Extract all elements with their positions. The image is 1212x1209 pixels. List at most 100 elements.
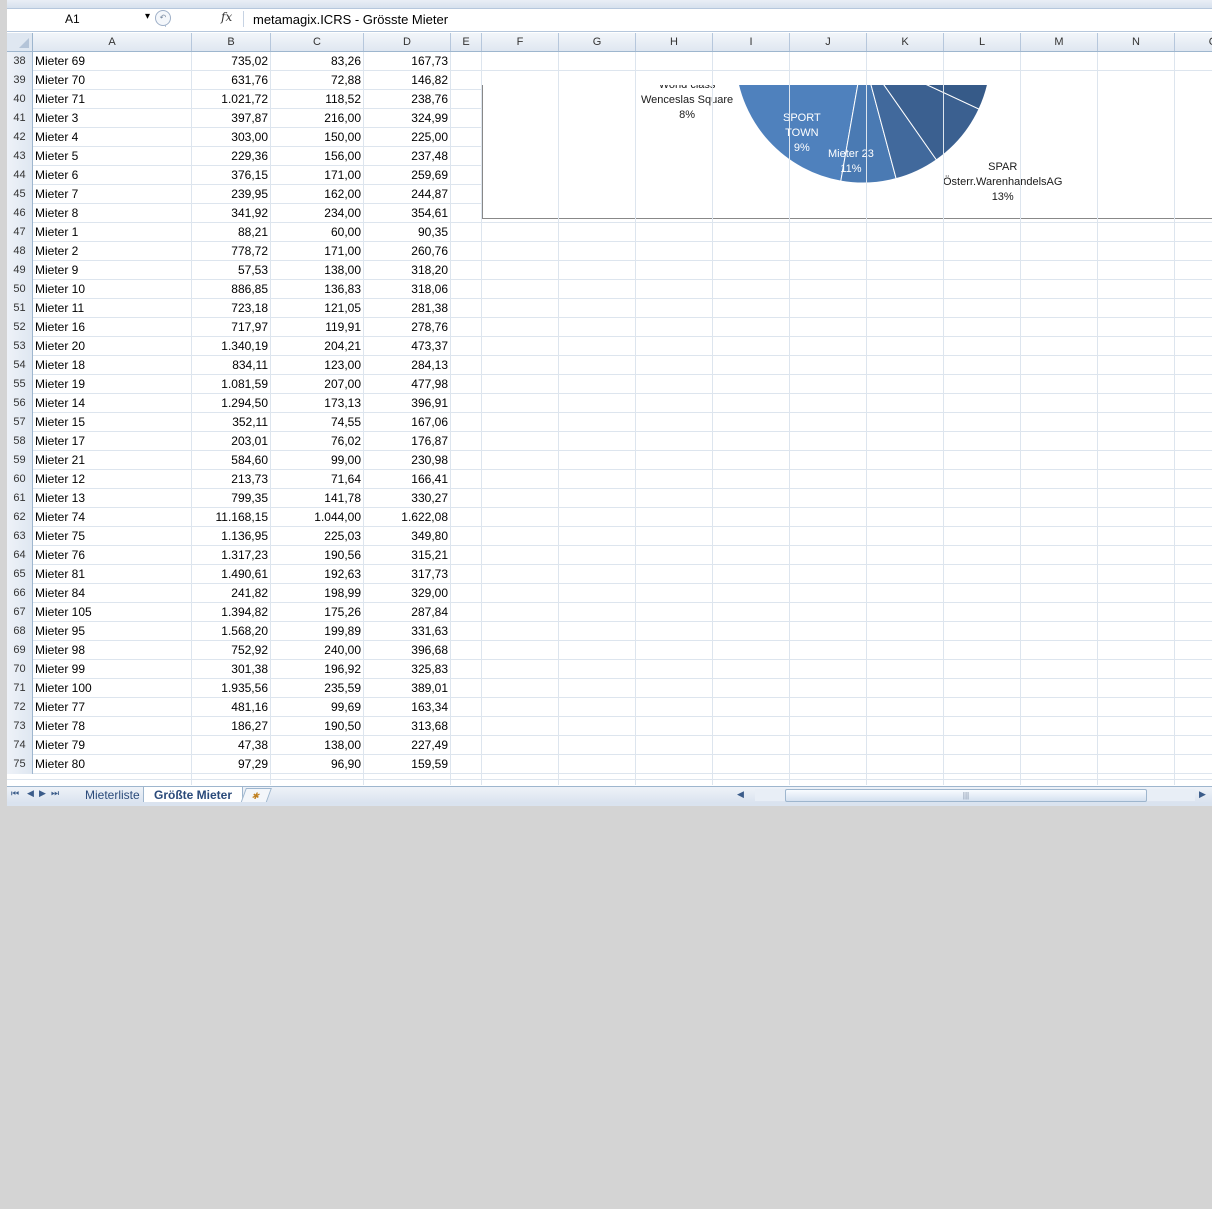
scroll-left-icon[interactable]: ◀ [737,789,744,800]
cell-a[interactable]: Mieter 71 [34,90,192,109]
cell-d[interactable]: 166,41 [364,470,451,489]
cell-c[interactable]: 99,69 [271,698,364,717]
cell-a[interactable]: Mieter 16 [34,318,192,337]
cell-d[interactable]: 396,68 [364,641,451,660]
row-header[interactable]: 59 [7,451,33,470]
scroll-track[interactable]: ||| [755,789,1195,802]
row-header[interactable]: 58 [7,432,33,451]
column-header-l[interactable]: L [944,33,1021,51]
cell-c[interactable]: 173,13 [271,394,364,413]
cell-c[interactable]: 96,90 [271,755,364,774]
column-header-f[interactable]: F [482,33,559,51]
cell-d[interactable]: 318,20 [364,261,451,280]
tab-groesste-mieter[interactable]: Größte Mieter [143,787,244,803]
horizontal-scrollbar[interactable]: ◀ ||| ▶ [733,789,1212,802]
cell-a[interactable]: Mieter 9 [34,261,192,280]
column-header-m[interactable]: M [1021,33,1098,51]
cell-a[interactable]: Mieter 98 [34,641,192,660]
cell-a[interactable]: Mieter 84 [34,584,192,603]
row-header[interactable]: 71 [7,679,33,698]
next-sheet-icon[interactable]: ▶ [39,788,46,799]
row-header[interactable]: 49 [7,261,33,280]
cell-b[interactable]: 186,27 [192,717,271,736]
cell-c[interactable]: 207,00 [271,375,364,394]
cell-c[interactable]: 171,00 [271,166,364,185]
cell-d[interactable]: 329,00 [364,584,451,603]
cell-a[interactable]: Mieter 3 [34,109,192,128]
cell-d[interactable]: 325,83 [364,660,451,679]
cell-a[interactable]: Mieter 5 [34,147,192,166]
cell-b[interactable]: 1.317,23 [192,546,271,565]
cell-b[interactable]: 584,60 [192,451,271,470]
cell-c[interactable]: 162,00 [271,185,364,204]
cell-b[interactable]: 57,53 [192,261,271,280]
cell-c[interactable]: 190,56 [271,546,364,565]
cell-c[interactable]: 76,02 [271,432,364,451]
prev-sheet-icon[interactable]: ◀ [27,788,34,799]
cell-a[interactable]: Mieter 6 [34,166,192,185]
cell-c[interactable]: 240,00 [271,641,364,660]
cell-b[interactable]: 1.490,61 [192,565,271,584]
cell-b[interactable]: 1.081,59 [192,375,271,394]
cell-c[interactable]: 171,00 [271,242,364,261]
cell-a[interactable]: Mieter 99 [34,660,192,679]
cell-d[interactable]: 167,73 [364,52,451,71]
cell-c[interactable]: 141,78 [271,489,364,508]
cell-c[interactable]: 198,99 [271,584,364,603]
row-header[interactable]: 40 [7,90,33,109]
row-header[interactable]: 75 [7,755,33,774]
cell-d[interactable]: 278,76 [364,318,451,337]
row-header[interactable]: 72 [7,698,33,717]
cell-a[interactable]: Mieter 18 [34,356,192,375]
cell-c[interactable]: 119,91 [271,318,364,337]
cell-a[interactable]: Mieter 7 [34,185,192,204]
cell-b[interactable]: 1.021,72 [192,90,271,109]
row-header[interactable]: 51 [7,299,33,318]
cell-a[interactable]: Mieter 78 [34,717,192,736]
pie-chart[interactable]: World class Wenceslas Square 8% SPORT TO… [482,85,1212,219]
column-header-n[interactable]: N [1098,33,1175,51]
cell-a[interactable]: Mieter 76 [34,546,192,565]
cell-b[interactable]: 203,01 [192,432,271,451]
cell-c[interactable]: 123,00 [271,356,364,375]
cell-a[interactable]: Mieter 79 [34,736,192,755]
insert-function-icon[interactable]: fx [221,10,232,24]
row-header[interactable]: 55 [7,375,33,394]
cell-a[interactable]: Mieter 81 [34,565,192,584]
cancel-entry-icon[interactable]: ↶ [155,10,171,26]
row-header[interactable]: 42 [7,128,33,147]
cell-d[interactable]: 1.622,08 [364,508,451,527]
cell-d[interactable]: 163,34 [364,698,451,717]
cell-c[interactable]: 83,26 [271,52,364,71]
cell-d[interactable]: 354,61 [364,204,451,223]
worksheet-grid[interactable]: ABCDEFGHIJKLMNO 38Mieter 69735,0283,2616… [7,33,1212,785]
column-header-d[interactable]: D [364,33,451,51]
cell-c[interactable]: 150,00 [271,128,364,147]
row-header[interactable]: 65 [7,565,33,584]
cell-c[interactable]: 1.044,00 [271,508,364,527]
cell-c[interactable]: 72,88 [271,71,364,90]
cell-d[interactable]: 237,48 [364,147,451,166]
cell-c[interactable]: 204,21 [271,337,364,356]
cell-b[interactable]: 1.935,56 [192,679,271,698]
cell-d[interactable]: 318,06 [364,280,451,299]
cell-b[interactable]: 735,02 [192,52,271,71]
cell-c[interactable]: 175,26 [271,603,364,622]
column-header-c[interactable]: C [271,33,364,51]
cell-b[interactable]: 213,73 [192,470,271,489]
name-box[interactable]: A1 ▾ ↶ [7,10,171,27]
cell-d[interactable]: 473,37 [364,337,451,356]
column-header-g[interactable]: G [559,33,636,51]
cell-b[interactable]: 229,36 [192,147,271,166]
cell-d[interactable]: 284,13 [364,356,451,375]
scroll-right-icon[interactable]: ▶ [1199,789,1206,800]
select-all-button[interactable] [7,33,33,51]
cell-d[interactable]: 396,91 [364,394,451,413]
row-header[interactable]: 70 [7,660,33,679]
cell-b[interactable]: 752,92 [192,641,271,660]
cell-d[interactable]: 159,59 [364,755,451,774]
row-header[interactable]: 61 [7,489,33,508]
cell-a[interactable]: Mieter 15 [34,413,192,432]
cell-a[interactable]: Mieter 74 [34,508,192,527]
cell-a[interactable]: Mieter 80 [34,755,192,774]
